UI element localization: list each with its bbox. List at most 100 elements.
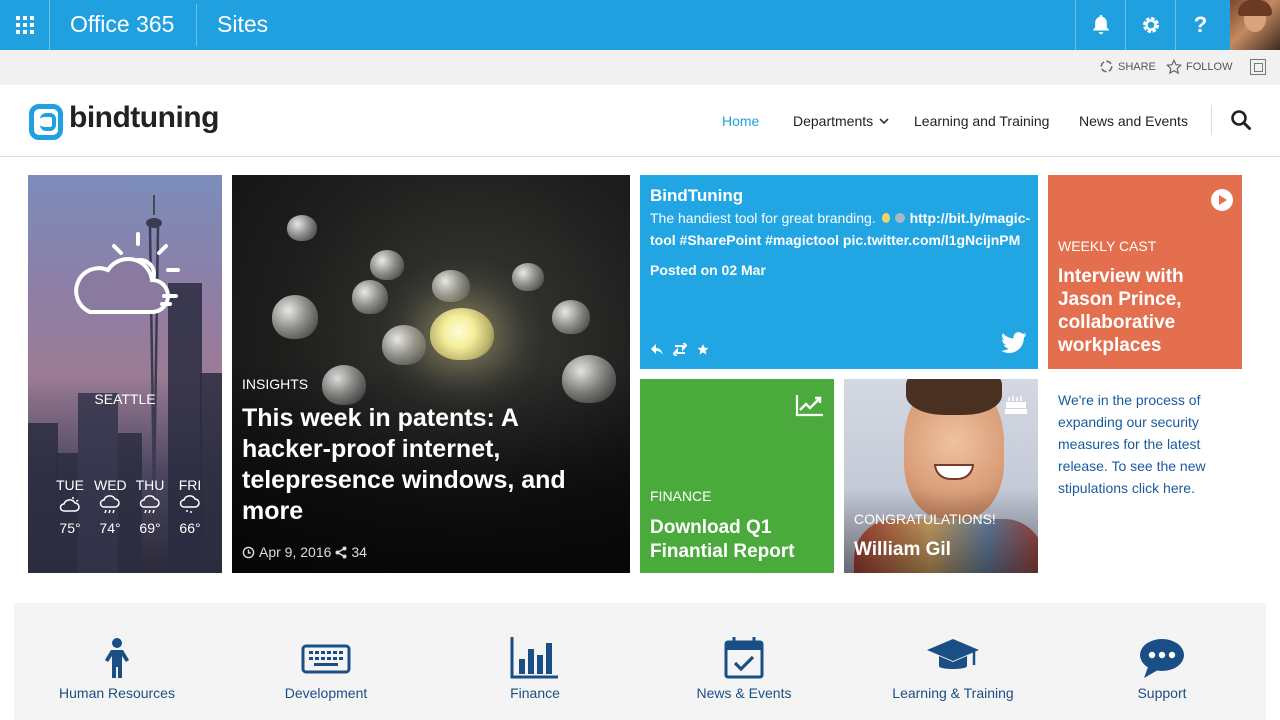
chat-bubble-icon xyxy=(1140,639,1184,678)
gear-icon xyxy=(1142,17,1159,33)
focus-mode-icon[interactable] xyxy=(1250,59,1266,75)
waffle-icon[interactable] xyxy=(0,0,50,50)
forecast-temp: 69° xyxy=(139,520,161,536)
partly-cloudy-icon xyxy=(59,497,80,512)
quicklink-finance[interactable]: Finance xyxy=(435,603,635,720)
nav-learning-training[interactable]: Learning and Training xyxy=(914,113,1049,129)
forecast-temp: 75° xyxy=(59,520,81,536)
weather-forecast: TUE 75° WED 74° THU 69° FRI 66° xyxy=(54,477,206,536)
quicklink-label: Finance xyxy=(510,685,560,701)
forecast-day-name: FRI xyxy=(178,477,202,493)
person-icon xyxy=(105,638,129,678)
quicklink-label: Development xyxy=(284,685,368,701)
suite-divider xyxy=(196,4,197,46)
share-button[interactable]: SHARE xyxy=(1099,59,1156,74)
share-icon xyxy=(1100,60,1113,73)
quicklink-label: Support xyxy=(1137,685,1187,701)
tweet-text-plain: The handiest tool for great branding. xyxy=(650,210,880,226)
insights-meta: Apr 9, 2016 34 xyxy=(242,544,367,560)
quicklink-support[interactable]: Support xyxy=(1062,603,1262,720)
suite-bar: Office 365 Sites ? xyxy=(0,0,1280,50)
play-icon[interactable] xyxy=(1211,189,1233,211)
quick-links-bar: Human Resources Development Finance News… xyxy=(14,603,1266,720)
tweet-text: The handiest tool for great branding. ht… xyxy=(650,207,1035,251)
cast-category: WEEKLY CAST xyxy=(1058,238,1157,254)
reply-icon[interactable] xyxy=(650,343,664,356)
avatar[interactable] xyxy=(1230,0,1280,50)
logo-text[interactable]: bindtuning xyxy=(69,101,219,135)
notice-text[interactable]: We're in the process of expanding our se… xyxy=(1058,389,1238,499)
retweet-icon[interactable] xyxy=(672,343,688,356)
settings-button[interactable] xyxy=(1125,0,1175,50)
nav-home[interactable]: Home xyxy=(722,113,759,129)
bar-chart-icon xyxy=(510,637,558,679)
quicklink-learning-training[interactable]: Learning & Training xyxy=(853,603,1053,720)
quicklink-human-resources[interactable]: Human Resources xyxy=(17,603,217,720)
tweet-hashtags[interactable]: #SharePoint #magictool pic.twitter.com/l… xyxy=(676,232,1021,248)
forecast-temp: 74° xyxy=(99,520,121,536)
star-icon xyxy=(1166,59,1182,75)
emoji-icons xyxy=(880,207,910,229)
twitter-bird-icon xyxy=(1001,332,1027,353)
finance-category: FINANCE xyxy=(650,488,712,504)
share-label: SHARE xyxy=(1118,60,1156,73)
forecast-temp: 66° xyxy=(179,520,201,536)
quicklink-label: Human Resources xyxy=(59,685,175,701)
quicklink-label: Learning & Training xyxy=(892,685,1014,701)
finance-title[interactable]: Download Q1 Finantial Report xyxy=(650,516,830,564)
logo-icon[interactable] xyxy=(29,104,63,140)
drizzle-icon xyxy=(179,495,200,513)
graduation-cap-icon xyxy=(927,639,979,669)
bell-icon xyxy=(1092,15,1109,35)
clock-icon xyxy=(242,546,255,558)
twitter-tile[interactable]: BindTuning The handiest tool for great b… xyxy=(640,175,1038,369)
quicklink-news-events[interactable]: News & Events xyxy=(644,603,844,720)
congratulations-tile[interactable]: CONGRATULATIONS! William Gil xyxy=(844,379,1038,573)
site-header: bindtuning Home Departments Learning and… xyxy=(0,85,1280,157)
quicklink-label: News & Events xyxy=(696,685,792,701)
calendar-check-icon xyxy=(724,637,764,679)
forecast-day-name: TUE xyxy=(56,477,84,493)
ribbon: SHARE FOLLOW xyxy=(0,50,1280,85)
favorite-star-icon[interactable] xyxy=(696,343,710,356)
notifications-button[interactable] xyxy=(1075,0,1125,50)
app-title[interactable]: Office 365 xyxy=(70,11,174,38)
rain-icon xyxy=(99,495,120,514)
finance-tile[interactable]: FINANCE Download Q1 Finantial Report xyxy=(640,379,834,573)
partly-cloudy-icon xyxy=(74,232,180,314)
nav-departments[interactable]: Departments xyxy=(793,113,889,129)
nav-news-events[interactable]: News and Events xyxy=(1079,113,1188,129)
forecast-day-name: THU xyxy=(135,477,165,493)
forecast-day: FRI 66° xyxy=(174,477,206,536)
forecast-day-name: WED xyxy=(94,477,127,493)
cast-title[interactable]: Interview with Jason Prince, collaborati… xyxy=(1058,265,1238,357)
section-title[interactable]: Sites xyxy=(217,11,268,38)
congrats-category: CONGRATULATIONS! xyxy=(854,511,996,527)
search-icon[interactable] xyxy=(1230,109,1252,131)
lit-bulb-illustration xyxy=(430,308,494,360)
tweet-date: Posted on 02 Mar xyxy=(650,262,766,278)
forecast-day: THU 69° xyxy=(134,477,166,536)
help-icon[interactable]: ? xyxy=(1175,0,1225,50)
insights-date: Apr 9, 2016 xyxy=(259,544,332,560)
rain-icon xyxy=(139,495,160,514)
insights-shares: 34 xyxy=(351,544,367,560)
birthday-cake-icon xyxy=(1005,396,1027,414)
keyboard-icon xyxy=(301,644,351,674)
weather-tile[interactable]: SEATTLE TUE 75° WED 74° THU 69° FRI 66° xyxy=(28,175,222,573)
insights-title[interactable]: This week in patents: A hacker-proof int… xyxy=(242,403,612,527)
insights-category: INSIGHTS xyxy=(242,376,309,392)
forecast-day: TUE 75° xyxy=(54,477,86,536)
weekly-cast-tile[interactable]: WEEKLY CAST Interview with Jason Prince,… xyxy=(1048,175,1242,369)
nav-departments-label: Departments xyxy=(793,113,874,129)
tweet-actions xyxy=(650,343,710,356)
follow-button[interactable]: FOLLOW xyxy=(1166,59,1232,75)
trend-chart-icon xyxy=(795,395,823,417)
forecast-day: WED 74° xyxy=(94,477,127,536)
quicklink-development[interactable]: Development xyxy=(226,603,426,720)
congrats-name[interactable]: William Gil xyxy=(854,539,951,561)
share-alt-icon xyxy=(335,546,347,558)
follow-label: FOLLOW xyxy=(1186,61,1233,73)
tweet-author[interactable]: BindTuning xyxy=(650,186,743,206)
insights-tile[interactable]: INSIGHTS This week in patents: A hacker-… xyxy=(232,175,630,573)
